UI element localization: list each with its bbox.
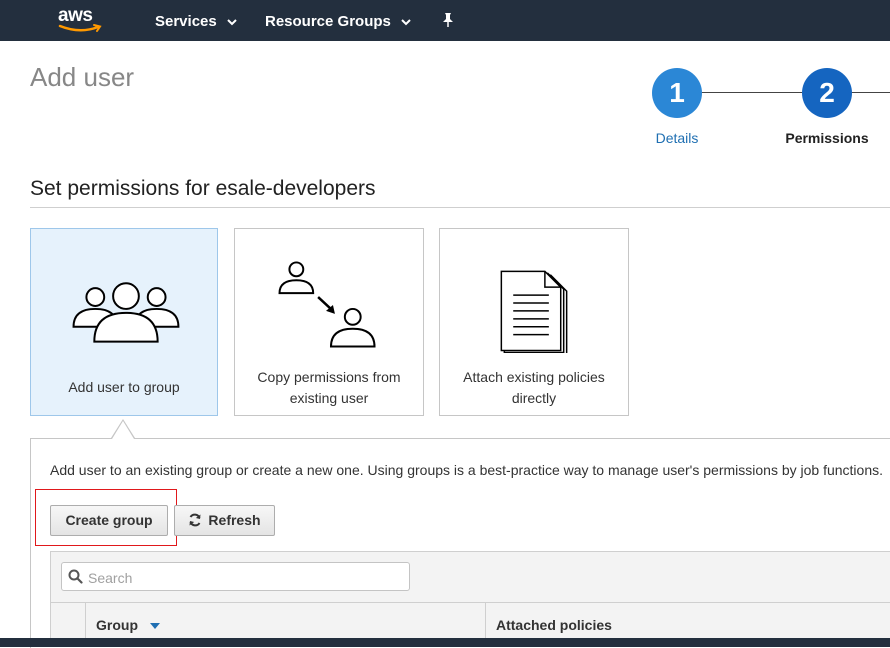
- refresh-button[interactable]: Refresh: [174, 505, 275, 536]
- refresh-icon: [189, 513, 201, 527]
- select-column-header: [51, 603, 86, 639]
- column-header-label: Group: [96, 617, 138, 633]
- search-icon: [68, 569, 83, 584]
- panel-caret-fill: [112, 421, 134, 439]
- step-connector: [850, 92, 890, 93]
- sort-descending-icon: [149, 623, 160, 630]
- option-copy-permissions[interactable]: Copy permissions from existing user: [234, 228, 424, 416]
- column-header-attached-policies[interactable]: Attached policies: [496, 603, 612, 639]
- page-title: Add user: [30, 62, 135, 92]
- users-group-icon: [72, 282, 180, 343]
- option-add-user-to-group[interactable]: Add user to group: [30, 228, 218, 416]
- column-header-group[interactable]: Group: [96, 603, 160, 639]
- option-label: Copy permissions from existing user: [257, 369, 401, 406]
- create-group-button[interactable]: Create group: [50, 505, 168, 536]
- documents-icon: [500, 270, 568, 353]
- chevron-down-icon: [401, 18, 411, 25]
- bottom-bar: [0, 638, 890, 647]
- step-2-label: Permissions: [785, 130, 869, 146]
- resource-groups-menu[interactable]: Resource Groups: [265, 0, 411, 41]
- step-1-circle[interactable]: 1: [652, 68, 702, 118]
- search-input[interactable]: [86, 563, 400, 592]
- top-nav: aws Services Resource Groups: [0, 0, 890, 41]
- panel-description: Add user to an existing group or create …: [50, 462, 883, 478]
- pin-icon[interactable]: [440, 12, 456, 28]
- step-2-circle: 2: [802, 68, 852, 118]
- option-label: Add user to group: [68, 379, 180, 395]
- option-attach-policies[interactable]: Attach existing policies directly: [439, 228, 629, 416]
- aws-logo[interactable]: aws: [58, 6, 104, 34]
- table-header: Group Attached policies: [51, 602, 890, 639]
- aws-smile-icon: [58, 24, 102, 32]
- search-box[interactable]: [61, 562, 410, 592]
- services-label: Services: [155, 13, 217, 30]
- refresh-label: Refresh: [208, 512, 261, 528]
- option-label: Attach existing policies directly: [463, 369, 605, 406]
- resource-groups-label: Resource Groups: [265, 13, 391, 30]
- services-menu[interactable]: Services: [155, 0, 237, 41]
- section-divider: [30, 207, 890, 208]
- step-connector: [700, 92, 802, 93]
- chevron-down-icon: [227, 18, 237, 25]
- section-title: Set permissions for esale-developers: [30, 177, 376, 200]
- step-1-label[interactable]: Details: [627, 130, 727, 146]
- copy-user-icon: [278, 261, 376, 348]
- column-divider: [485, 603, 486, 639]
